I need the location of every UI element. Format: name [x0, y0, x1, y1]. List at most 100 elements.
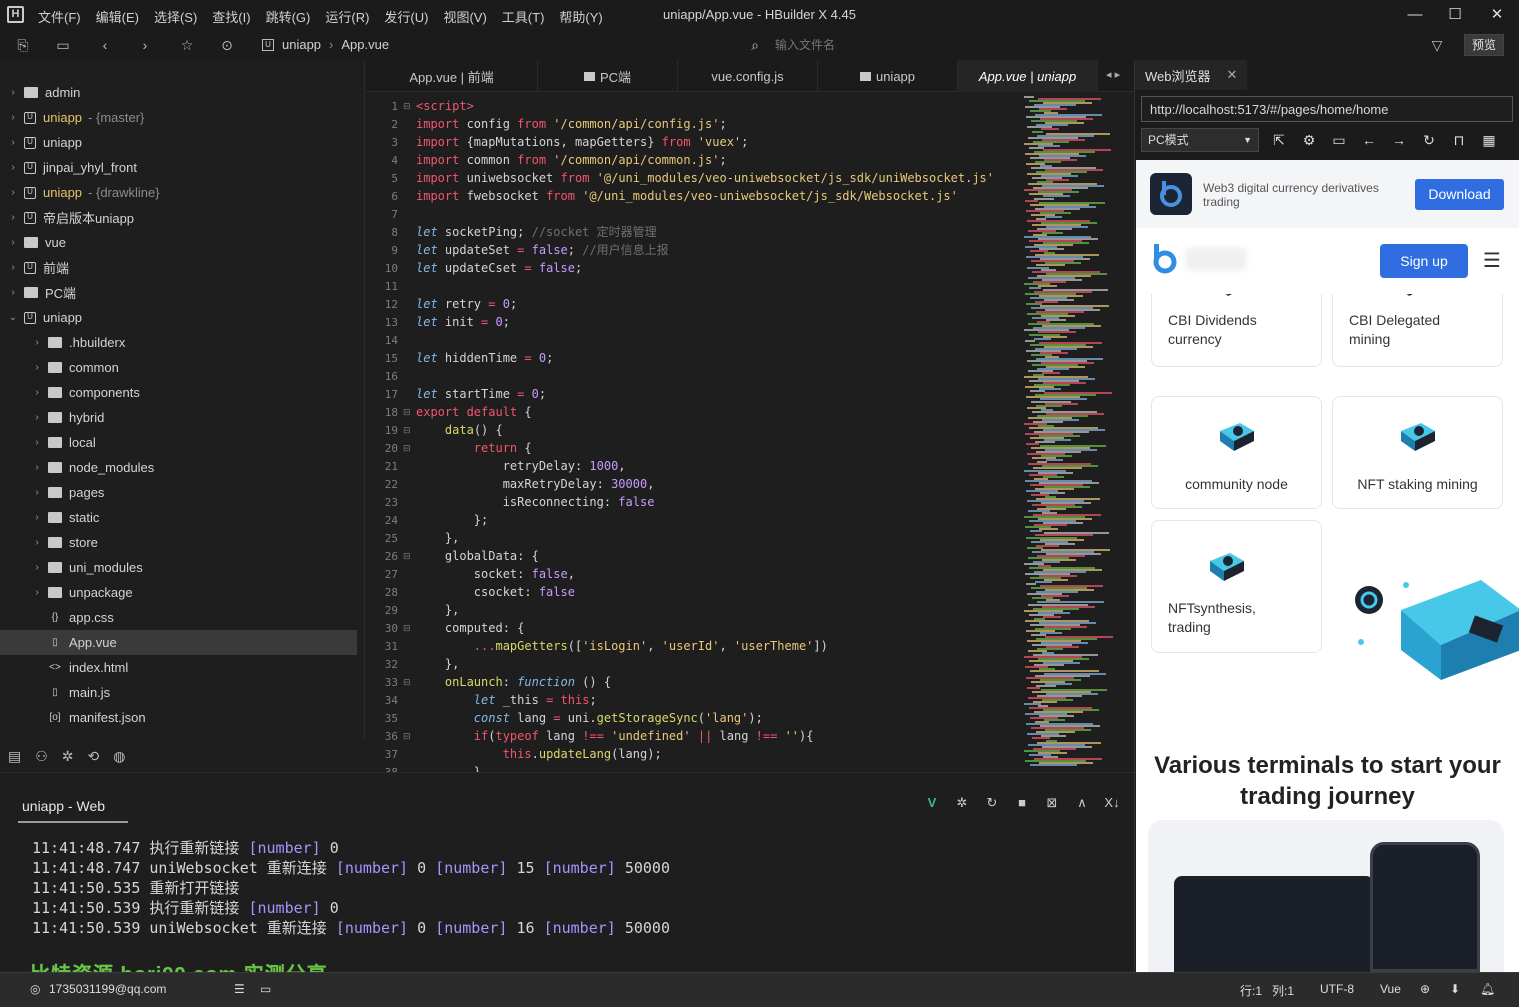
menu-item[interactable]: 选择(S)	[154, 7, 197, 26]
forward-icon[interactable]: →	[1389, 130, 1409, 150]
plugin-icon[interactable]: ⚇	[35, 748, 48, 765]
tree-item[interactable]: › vue	[0, 230, 357, 255]
collapse-icon[interactable]: ∧	[1072, 795, 1092, 815]
tab-scroll-icon[interactable]: ◂ ▸	[1106, 68, 1120, 81]
star-icon[interactable]: ☆	[176, 34, 198, 56]
code-line[interactable]: 37 this.updateLang(lang);	[366, 745, 1026, 763]
tree-item[interactable]: › U 帝启版本uniapp	[0, 205, 357, 230]
code-line[interactable]: 38 }	[366, 763, 1026, 772]
close-tab-icon[interactable]: ✕	[1227, 67, 1238, 83]
code-line[interactable]: 12 let retry = 0;	[366, 295, 1026, 313]
lock-icon[interactable]: ⊓	[1449, 130, 1469, 150]
code-line[interactable]: 28 csocket: false	[366, 583, 1026, 601]
code-line[interactable]: 36 if(typeof lang !== 'undefined' || lan…	[366, 727, 1026, 745]
code-line[interactable]: 27 socket: false,	[366, 565, 1026, 583]
minimap[interactable]	[1024, 96, 1122, 768]
fold-marker-icon[interactable]: ⊟	[403, 619, 411, 637]
code-line[interactable]: 32 },	[366, 655, 1026, 673]
code-line[interactable]: 8 let socketPing; //socket 定时器管理	[366, 223, 1026, 241]
code-line[interactable]: 31 ...mapGetters(['isLogin', 'userId', '…	[366, 637, 1026, 655]
preview-button[interactable]: 预览	[1464, 34, 1504, 56]
new-file-icon[interactable]: ⎘	[12, 34, 34, 56]
chevron-right-icon[interactable]: ›	[6, 112, 20, 123]
code-line[interactable]: 34 let _this = this;	[366, 691, 1026, 709]
vue-icon[interactable]: V	[922, 795, 942, 815]
code-line[interactable]: 3 import {mapMutations, mapGetters} from …	[366, 133, 1026, 151]
fold-marker-icon[interactable]: ⊟	[403, 439, 411, 457]
outline-icon[interactable]: ☰	[234, 982, 245, 996]
tree-item[interactable]: › components	[0, 380, 357, 405]
chevron-right-icon[interactable]: ›	[6, 212, 20, 223]
tree-item[interactable]: <> index.html	[0, 655, 357, 680]
tree-item[interactable]: › node_modules	[0, 455, 357, 480]
code-line[interactable]: 25 },	[366, 529, 1026, 547]
console-tab[interactable]: uniapp - Web	[22, 798, 105, 814]
fold-marker-icon[interactable]: ⊟	[403, 97, 411, 115]
menu-item[interactable]: 文件(F)	[38, 7, 81, 26]
tree-item[interactable]: › local	[0, 430, 357, 455]
breadcrumb-file[interactable]: App.vue	[341, 37, 389, 52]
minimize-icon[interactable]: —	[1403, 4, 1427, 26]
code-line[interactable]: 24 };	[366, 511, 1026, 529]
editor-tab[interactable]: uniapp	[818, 60, 958, 92]
device-mode-select[interactable]: PC模式 ▼	[1141, 128, 1259, 152]
code-line[interactable]: 30 computed: {	[366, 619, 1026, 637]
code-line[interactable]: 18 export default {	[366, 403, 1026, 421]
chevron-right-icon[interactable]: ›	[30, 562, 44, 573]
signup-button[interactable]: Sign up	[1380, 244, 1468, 278]
debug-icon[interactable]: ✲	[952, 795, 972, 815]
chevron-right-icon[interactable]: ›	[6, 237, 20, 248]
terminal-icon[interactable]: ▭	[260, 982, 271, 996]
chevron-right-icon[interactable]: ›	[30, 362, 44, 373]
feature-card[interactable]: NFTsynthesis, trading	[1151, 520, 1322, 653]
site-logo-icon[interactable]	[1150, 242, 1180, 276]
tree-item[interactable]: › PC端	[0, 280, 357, 305]
source-control-icon[interactable]: ⟲	[88, 748, 100, 765]
chevron-right-icon[interactable]: ›	[6, 287, 20, 298]
code-line[interactable]: 9 let updateSet = false; //用户信息上报	[366, 241, 1026, 259]
fold-marker-icon[interactable]: ⊟	[403, 727, 411, 745]
menu-icon[interactable]: ☰	[1483, 251, 1501, 271]
chevron-down-icon[interactable]: ⌄	[6, 312, 20, 323]
fold-marker-icon[interactable]: ⊟	[403, 403, 411, 421]
fold-marker-icon[interactable]: ⊟	[403, 547, 411, 565]
code-line[interactable]: 16	[366, 367, 1026, 385]
tree-item[interactable]: › Uuniapp	[0, 130, 357, 155]
chevron-right-icon[interactable]: ›	[30, 462, 44, 473]
account-icon[interactable]: ◎	[30, 982, 40, 996]
wrap-icon[interactable]: X↓	[1102, 795, 1122, 815]
code-line[interactable]: 26 globalData: {	[366, 547, 1026, 565]
tree-item[interactable]: › store	[0, 530, 357, 555]
code-line[interactable]: 11	[366, 277, 1026, 295]
fold-marker-icon[interactable]: ⊟	[403, 673, 411, 691]
tree-item[interactable]: › .hbuilderx	[0, 330, 357, 355]
filter-icon[interactable]: ▽	[1426, 34, 1448, 56]
tree-item[interactable]: › admin	[0, 80, 357, 105]
tree-item[interactable]: › U 前端	[0, 255, 357, 280]
chevron-right-icon[interactable]: ›	[30, 337, 44, 348]
breadcrumb-project[interactable]: uniapp	[282, 37, 321, 52]
chevron-right-icon[interactable]: ›	[30, 487, 44, 498]
chevron-right-icon[interactable]: ›	[30, 512, 44, 523]
qrcode-icon[interactable]: ▦	[1479, 130, 1499, 150]
code-line[interactable]: 22 maxRetryDelay: 30000,	[366, 475, 1026, 493]
save-icon[interactable]: ▭	[52, 34, 74, 56]
editor-tab[interactable]: PC端	[538, 60, 678, 92]
tree-item[interactable]: ▯ App.vue	[0, 630, 357, 655]
back-icon[interactable]: ←	[1359, 130, 1379, 150]
tree-item[interactable]: › uni_modules	[0, 555, 357, 580]
tree-item[interactable]: › Uuniapp - {drawkline}	[0, 180, 357, 205]
code-line[interactable]: 10 let updateCset = false;	[366, 259, 1026, 277]
code-line[interactable]: 29 },	[366, 601, 1026, 619]
cursor-column[interactable]: 列:1	[1272, 982, 1294, 999]
tree-item[interactable]: › Uuniapp - {master}	[0, 105, 357, 130]
code-line[interactable]: 2 import config from '/common/api/config.…	[366, 115, 1026, 133]
file-search-input[interactable]	[745, 35, 1185, 55]
chevron-right-icon[interactable]: ›	[6, 137, 20, 148]
fold-marker-icon[interactable]: ⊟	[403, 421, 411, 439]
editor-tab[interactable]: App.vue | uniapp	[958, 60, 1098, 92]
search-icon[interactable]: ⊕	[1420, 982, 1430, 996]
browser-tab[interactable]: Web浏览器 ✕	[1135, 60, 1247, 90]
close-icon[interactable]: ✕	[1485, 4, 1509, 26]
menu-item[interactable]: 编辑(E)	[96, 7, 139, 26]
